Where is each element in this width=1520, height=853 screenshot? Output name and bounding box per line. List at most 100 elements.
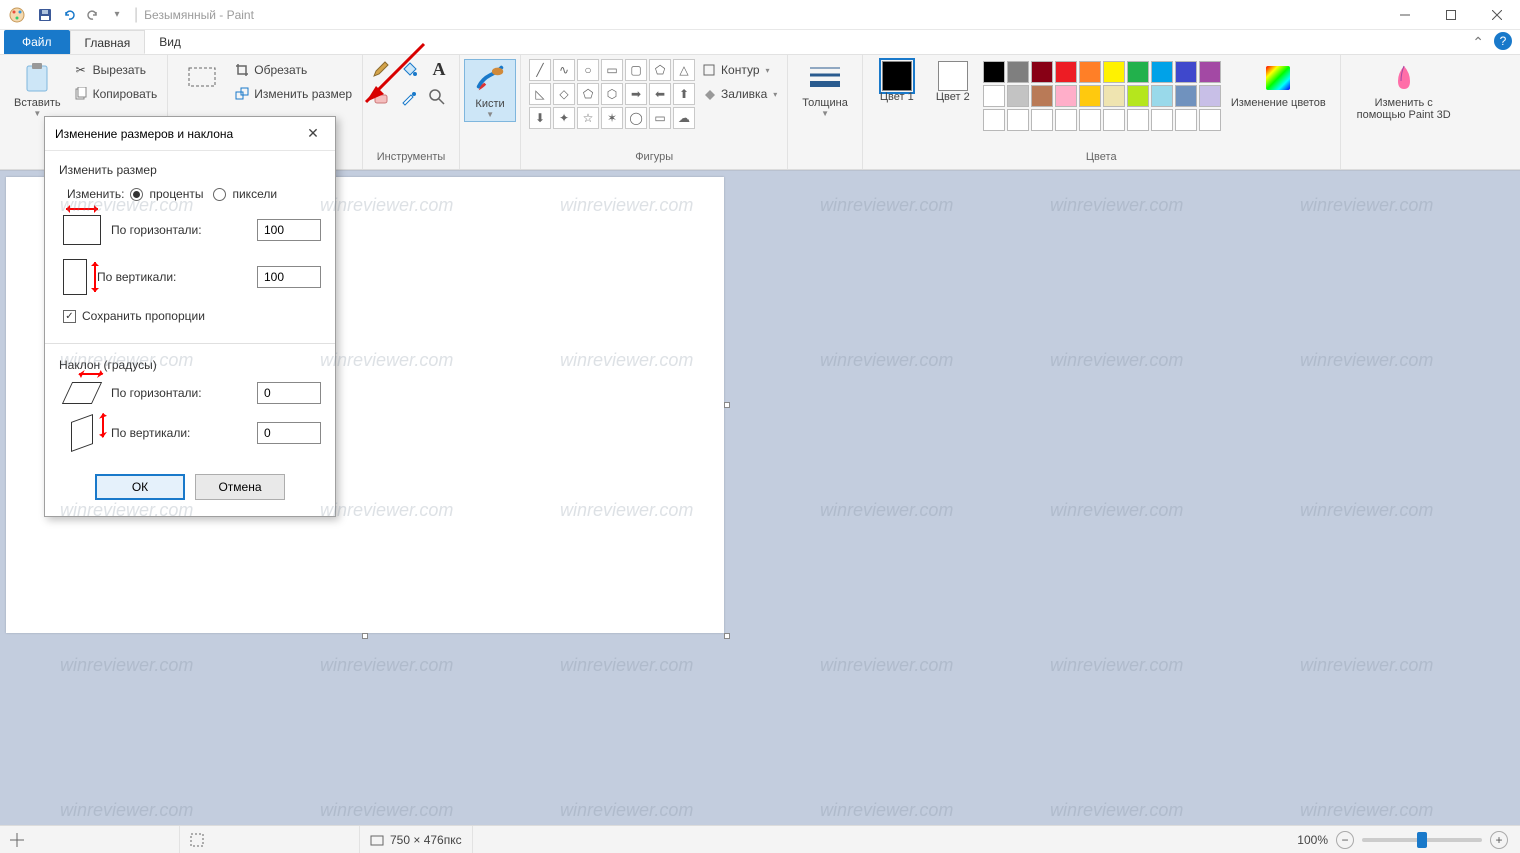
shape-star4[interactable]: ✦ (553, 107, 575, 129)
color-swatch[interactable] (1007, 109, 1029, 131)
shape-rtriangle[interactable]: ◺ (529, 83, 551, 105)
color2-button[interactable]: Цвет 2 (927, 59, 979, 105)
outline-button[interactable]: Контур▾ (699, 59, 779, 81)
text-tool-icon[interactable]: A (427, 59, 451, 83)
color-swatch[interactable] (1103, 61, 1125, 83)
dialog-title-bar[interactable]: Изменение размеров и наклона ✕ (45, 117, 335, 151)
color-swatch[interactable] (1175, 85, 1197, 107)
eraser-tool-icon[interactable] (371, 87, 395, 111)
paste-button[interactable]: Вставить ▼ (8, 59, 67, 120)
vertical-input[interactable] (257, 266, 321, 288)
resize-handle-se[interactable] (724, 633, 730, 639)
skew-vertical-input[interactable] (257, 422, 321, 444)
save-icon[interactable] (34, 4, 56, 26)
color-swatch[interactable] (1151, 61, 1173, 83)
color-swatch[interactable] (1055, 61, 1077, 83)
tab-home[interactable]: Главная (70, 30, 146, 54)
color-swatch[interactable] (1175, 109, 1197, 131)
color-swatch[interactable] (1151, 109, 1173, 131)
shape-rect[interactable]: ▭ (601, 59, 623, 81)
color-swatch[interactable] (1055, 109, 1077, 131)
ok-button[interactable]: ОК (95, 474, 185, 500)
shape-arrow-u[interactable]: ⬆ (673, 83, 695, 105)
color-swatch[interactable] (1031, 61, 1053, 83)
brushes-button[interactable]: Кисти ▼ (464, 59, 516, 122)
color-swatch[interactable] (1199, 85, 1221, 107)
color-swatch[interactable] (983, 85, 1005, 107)
maximize-button[interactable] (1428, 0, 1474, 30)
cancel-button[interactable]: Отмена (195, 474, 285, 500)
color-swatch[interactable] (983, 61, 1005, 83)
picker-tool-icon[interactable] (399, 87, 423, 111)
customize-qat-icon[interactable]: ▾ (106, 4, 128, 26)
shape-roundrect[interactable]: ▢ (625, 59, 647, 81)
color-swatch[interactable] (983, 109, 1005, 131)
color-swatch[interactable] (1151, 85, 1173, 107)
dialog-close-button[interactable]: ✕ (301, 122, 325, 146)
fill-button[interactable]: Заливка▾ (699, 83, 779, 105)
color-swatch[interactable] (1031, 85, 1053, 107)
select-button[interactable]: _ (176, 59, 228, 111)
color-swatch[interactable] (1007, 61, 1029, 83)
color-swatch[interactable] (1079, 109, 1101, 131)
shape-star5[interactable]: ☆ (577, 107, 599, 129)
copy-button[interactable]: Копировать (71, 83, 160, 105)
color-swatch[interactable] (1007, 85, 1029, 107)
help-button[interactable]: ? (1494, 32, 1512, 50)
shape-polygon[interactable]: ⬠ (649, 59, 671, 81)
shape-arrow-r[interactable]: ➡ (625, 83, 647, 105)
horizontal-input[interactable] (257, 219, 321, 241)
shape-curve[interactable]: ∿ (553, 59, 575, 81)
resize-handle-south[interactable] (362, 633, 368, 639)
color-swatch[interactable] (1103, 85, 1125, 107)
tab-view[interactable]: Вид (145, 30, 195, 54)
zoom-slider[interactable] (1362, 838, 1482, 842)
thickness-button[interactable]: Толщина ▼ (796, 59, 854, 120)
paint3d-button[interactable]: Изменить с помощью Paint 3D (1349, 59, 1459, 123)
close-button[interactable] (1474, 0, 1520, 30)
shape-line[interactable]: ╱ (529, 59, 551, 81)
collapse-ribbon-icon[interactable]: ⌃ (1472, 34, 1484, 51)
color-swatch[interactable] (1127, 85, 1149, 107)
color-swatch[interactable] (1079, 85, 1101, 107)
radio-pixels[interactable] (213, 188, 226, 201)
color-swatch[interactable] (1079, 61, 1101, 83)
edit-colors-button[interactable]: Изменение цветов (1225, 59, 1332, 111)
zoom-in-button[interactable]: + (1490, 831, 1508, 849)
skew-horizontal-input[interactable] (257, 382, 321, 404)
shape-hexagon[interactable]: ⬡ (601, 83, 623, 105)
color-swatch[interactable] (1127, 109, 1149, 131)
color-swatch[interactable] (1103, 109, 1125, 131)
color1-button[interactable]: Цвет 1 (871, 59, 923, 105)
undo-icon[interactable] (58, 4, 80, 26)
tab-file[interactable]: Файл (4, 30, 70, 54)
resize-button[interactable]: Изменить размер (232, 83, 354, 105)
maintain-aspect-checkbox[interactable] (63, 310, 76, 323)
shape-diamond[interactable]: ◇ (553, 83, 575, 105)
color-swatch[interactable] (1127, 61, 1149, 83)
zoom-out-button[interactable]: − (1336, 831, 1354, 849)
color-swatch[interactable] (1031, 109, 1053, 131)
color-swatch[interactable] (1055, 85, 1077, 107)
zoom-thumb[interactable] (1417, 832, 1427, 848)
crop-button[interactable]: Обрезать (232, 59, 354, 81)
radio-percent[interactable] (130, 188, 143, 201)
color-swatch[interactable] (1175, 61, 1197, 83)
pencil-tool-icon[interactable] (371, 59, 395, 83)
magnifier-tool-icon[interactable] (427, 87, 451, 111)
shape-callout-rect[interactable]: ▭ (649, 107, 671, 129)
shape-arrow-l[interactable]: ⬅ (649, 83, 671, 105)
shape-callout-round[interactable]: ◯ (625, 107, 647, 129)
shape-star6[interactable]: ✶ (601, 107, 623, 129)
shape-oval[interactable]: ○ (577, 59, 599, 81)
shapes-gallery[interactable]: ╱ ∿ ○ ▭ ▢ ⬠ △ ◺ ◇ ⬠ ⬡ ➡ ⬅ ⬆ ⬇ ✦ ☆ ✶ ◯ ▭ (529, 59, 695, 129)
cut-button[interactable]: ✂Вырезать (71, 59, 160, 81)
resize-handle-east[interactable] (724, 402, 730, 408)
shape-pentagon[interactable]: ⬠ (577, 83, 599, 105)
redo-icon[interactable] (82, 4, 104, 26)
shape-callout-cloud[interactable]: ☁ (673, 107, 695, 129)
shape-triangle[interactable]: △ (673, 59, 695, 81)
fill-tool-icon[interactable] (399, 59, 423, 83)
minimize-button[interactable] (1382, 0, 1428, 30)
shape-arrow-d[interactable]: ⬇ (529, 107, 551, 129)
